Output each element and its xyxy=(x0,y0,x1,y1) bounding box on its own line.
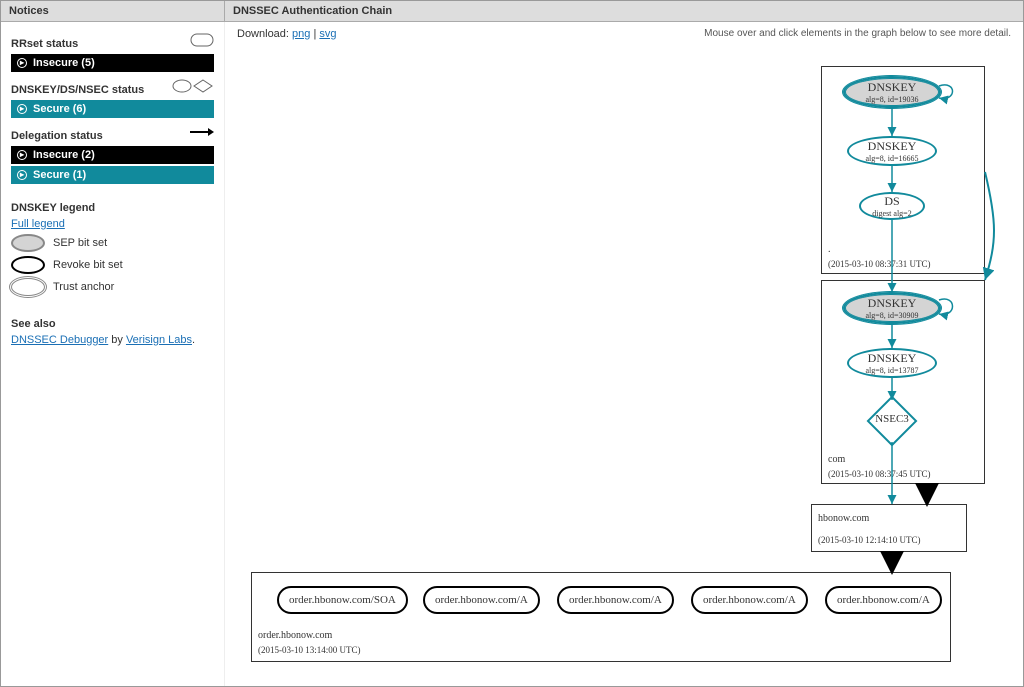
dnskey-shape-icon xyxy=(172,79,214,96)
download-png-link[interactable]: png xyxy=(292,28,310,40)
rrset-a1[interactable]: order.hbonow.com/A xyxy=(423,586,540,614)
header-notices: Notices xyxy=(1,1,225,21)
download-sep: | xyxy=(313,28,316,40)
page-frame: Notices DNSSEC Authentication Chain RRse… xyxy=(0,0,1024,687)
com-zsk-sub: alg=8, id=13787 xyxy=(865,366,918,375)
header-title: DNSSEC Authentication Chain xyxy=(225,1,1023,21)
root-ksk-sub: alg=8, id=19036 xyxy=(865,95,918,104)
root-ksk-node[interactable]: DNSKEY alg=8, id=19036 xyxy=(843,76,941,108)
rrset-a3[interactable]: order.hbonow.com/A xyxy=(691,586,808,614)
zone-com-ts: (2015-03-10 08:37:45 UTC) xyxy=(828,469,931,479)
delegation-secure-bar[interactable]: ▸ Secure (1) xyxy=(11,166,214,184)
delegation-status-title: Delegation status xyxy=(11,130,103,142)
delegation-secure-label: Secure (1) xyxy=(33,169,86,181)
root-ksk-label: DNSKEY xyxy=(868,80,917,95)
header: Notices DNSSEC Authentication Chain xyxy=(1,1,1023,22)
main-panel: Download: png | svg Mouse over and click… xyxy=(225,22,1023,686)
legend-revoke-label: Revoke bit set xyxy=(53,259,123,271)
legend-trust-label: Trust anchor xyxy=(53,281,114,293)
delegation-insecure-bar[interactable]: ▸ Insecure (2) xyxy=(11,146,214,164)
dnskey-status-title: DNSKEY/DS/NSEC status xyxy=(11,84,144,96)
download-svg-link[interactable]: svg xyxy=(319,28,336,40)
seealso-title: See also xyxy=(11,318,214,330)
sidebar: RRset status ▸ Insecure (5) DNSKEY/DS/NS… xyxy=(1,22,225,686)
rrset-status-title: RRset status xyxy=(11,38,78,50)
zone-hbonow-ts: (2015-03-10 12:14:10 UTC) xyxy=(818,535,921,545)
legend-trust: Trust anchor xyxy=(11,278,214,296)
download-label: Download: xyxy=(237,28,289,40)
root-ds-node[interactable]: DS digest alg=2 xyxy=(859,192,925,220)
com-zsk-label: DNSKEY xyxy=(868,351,917,366)
zone-root-ts: (2015-03-10 08:37:31 UTC) xyxy=(828,259,931,269)
sep-ellipse-icon xyxy=(11,234,45,252)
zone-com-label: com xyxy=(828,454,845,465)
trust-ellipse-icon xyxy=(11,278,45,296)
root-ds-sub: digest alg=2 xyxy=(872,209,911,218)
revoke-ellipse-icon xyxy=(11,256,45,274)
full-legend-link[interactable]: Full legend xyxy=(11,218,65,230)
zone-order-ts: (2015-03-10 13:14:00 UTC) xyxy=(258,645,361,655)
zone-hbonow-box[interactable]: hbonow.com (2015-03-10 12:14:10 UTC) xyxy=(811,504,967,552)
root-ds-label: DS xyxy=(884,194,899,209)
zone-root-label: . xyxy=(828,244,831,255)
legend-revoke: Revoke bit set xyxy=(11,256,214,274)
expand-icon: ▸ xyxy=(17,150,27,160)
verisign-link[interactable]: Verisign Labs xyxy=(126,334,192,346)
com-ksk-sub: alg=8, id=30909 xyxy=(865,311,918,320)
legend-sep: SEP bit set xyxy=(11,234,214,252)
dnskey-secure-label: Secure (6) xyxy=(33,103,86,115)
dnskey-status-header: DNSKEY/DS/NSEC status xyxy=(11,74,214,100)
zone-order-label: order.hbonow.com xyxy=(258,630,332,641)
rrset-a2[interactable]: order.hbonow.com/A xyxy=(557,586,674,614)
rrset-soa[interactable]: order.hbonow.com/SOA xyxy=(277,586,408,614)
expand-icon: ▸ xyxy=(17,104,27,114)
arrow-icon xyxy=(190,127,214,140)
legend-title: DNSKEY legend xyxy=(11,202,214,214)
rrset-a4[interactable]: order.hbonow.com/A xyxy=(825,586,942,614)
rrset-shape-icon xyxy=(190,33,214,50)
dnskey-secure-bar[interactable]: ▸ Secure (6) xyxy=(11,100,214,118)
zone-hbonow-label: hbonow.com xyxy=(818,513,869,524)
seealso-line: DNSSEC Debugger by Verisign Labs. xyxy=(11,334,214,346)
graph-area[interactable]: . (2015-03-10 08:37:31 UTC) DNSKEY alg=8… xyxy=(237,42,1011,674)
delegation-status-header: Delegation status xyxy=(11,120,214,146)
expand-icon: ▸ xyxy=(17,170,27,180)
com-ksk-label: DNSKEY xyxy=(868,296,917,311)
com-ksk-node[interactable]: DNSKEY alg=8, id=30909 xyxy=(843,292,941,324)
seealso-dot: . xyxy=(192,334,195,346)
dnssec-debugger-link[interactable]: DNSSEC Debugger xyxy=(11,334,108,346)
root-zsk-node[interactable]: DNSKEY alg=8, id=16665 xyxy=(847,136,937,166)
seealso-by: by xyxy=(108,334,126,346)
body: RRset status ▸ Insecure (5) DNSKEY/DS/NS… xyxy=(1,22,1023,686)
expand-icon: ▸ xyxy=(17,58,27,68)
com-nsec3-node[interactable]: NSEC3 xyxy=(867,396,917,446)
rrset-insecure-bar[interactable]: ▸ Insecure (5) xyxy=(11,54,214,72)
rrset-status-header: RRset status xyxy=(11,28,214,54)
com-zsk-node[interactable]: DNSKEY alg=8, id=13787 xyxy=(847,348,937,378)
com-nsec3-label: NSEC3 xyxy=(867,413,917,425)
hover-hint: Mouse over and click elements in the gra… xyxy=(704,28,1011,39)
root-zsk-sub: alg=8, id=16665 xyxy=(865,154,918,163)
legend-sep-label: SEP bit set xyxy=(53,237,107,249)
rrset-insecure-label: Insecure (5) xyxy=(33,57,95,69)
root-zsk-label: DNSKEY xyxy=(868,139,917,154)
delegation-insecure-label: Insecure (2) xyxy=(33,149,95,161)
